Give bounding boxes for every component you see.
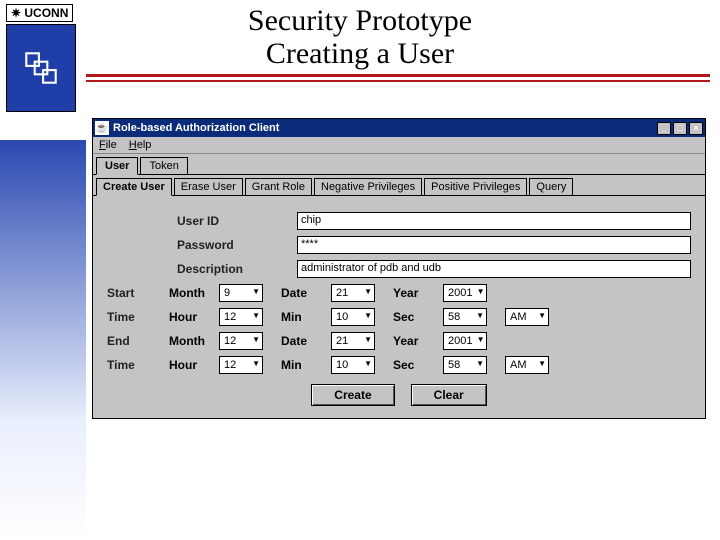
uconn-badge: ✷ UCONN [6, 4, 82, 112]
tab-token[interactable]: Token [140, 157, 187, 174]
tabs-secondary: Create User Erase User Grant Role Negati… [93, 175, 705, 196]
side-gradient [0, 140, 86, 540]
title-underline [86, 74, 710, 81]
close-button[interactable]: × [689, 122, 703, 135]
password-input[interactable]: **** [297, 236, 691, 254]
tab-query[interactable]: Query [529, 178, 573, 195]
window-title: Role-based Authorization Client [113, 122, 657, 134]
tab-positive-privileges[interactable]: Positive Privileges [424, 178, 527, 195]
start-month-select[interactable]: 9 [219, 284, 263, 302]
tab-grant-role[interactable]: Grant Role [245, 178, 312, 195]
start-min-label: Min [281, 310, 325, 324]
end-date-label: Date [281, 334, 325, 348]
end-sec-label: Sec [393, 358, 437, 372]
start-hour-label: Hour [169, 310, 213, 324]
end-month-select[interactable]: 12 [219, 332, 263, 350]
end-ampm-select[interactable]: AM [505, 356, 549, 374]
slide-title: Security Prototype Creating a User [10, 4, 710, 70]
window-titlebar[interactable]: ☕ Role-based Authorization Client _ □ × [93, 119, 705, 137]
start-year-select[interactable]: 2001 [443, 284, 487, 302]
menu-file[interactable]: File [99, 139, 117, 151]
clear-button[interactable]: Clear [411, 384, 487, 406]
start-sec-select[interactable]: 58 [443, 308, 487, 326]
cse-icon [20, 47, 62, 89]
end-hour-label: Hour [169, 358, 213, 372]
start-year-label: Year [393, 286, 437, 300]
end-date-select[interactable]: 21 [331, 332, 375, 350]
start-hour-select[interactable]: 12 [219, 308, 263, 326]
description-label: Description [177, 262, 297, 276]
uconn-wordmark: ✷ UCONN [6, 4, 73, 22]
user-id-input[interactable]: chip [297, 212, 691, 230]
tab-negative-privileges[interactable]: Negative Privileges [314, 178, 422, 195]
tabs-primary: User Token [93, 154, 705, 175]
description-input[interactable]: administrator of pdb and udb [297, 260, 691, 278]
tab-user[interactable]: User [96, 157, 138, 175]
tab-create-user[interactable]: Create User [96, 178, 172, 196]
create-button[interactable]: Create [311, 384, 394, 406]
end-time-label: Time [107, 358, 163, 372]
end-label: End [107, 334, 163, 348]
end-year-select[interactable]: 2001 [443, 332, 487, 350]
start-month-label: Month [169, 286, 213, 300]
java-icon: ☕ [95, 121, 109, 135]
start-date-select[interactable]: 21 [331, 284, 375, 302]
app-window: ☕ Role-based Authorization Client _ □ × … [92, 118, 706, 419]
start-label: Start [107, 286, 163, 300]
password-label: Password [177, 238, 297, 252]
end-min-select[interactable]: 10 [331, 356, 375, 374]
create-user-form: User ID chip Password **** Description a… [93, 196, 705, 418]
slide-header: Security Prototype Creating a User [0, 0, 720, 70]
end-hour-select[interactable]: 12 [219, 356, 263, 374]
start-sec-label: Sec [393, 310, 437, 324]
uconn-square-logo [6, 24, 76, 112]
start-min-select[interactable]: 10 [331, 308, 375, 326]
tab-erase-user[interactable]: Erase User [174, 178, 243, 195]
end-min-label: Min [281, 358, 325, 372]
end-month-label: Month [169, 334, 213, 348]
start-date-label: Date [281, 286, 325, 300]
menubar: File Help [93, 137, 705, 154]
user-id-label: User ID [177, 214, 297, 228]
start-time-label: Time [107, 310, 163, 324]
maximize-button[interactable]: □ [673, 122, 687, 135]
end-year-label: Year [393, 334, 437, 348]
start-ampm-select[interactable]: AM [505, 308, 549, 326]
menu-help[interactable]: Help [129, 139, 152, 151]
end-sec-select[interactable]: 58 [443, 356, 487, 374]
minimize-button[interactable]: _ [657, 122, 671, 135]
